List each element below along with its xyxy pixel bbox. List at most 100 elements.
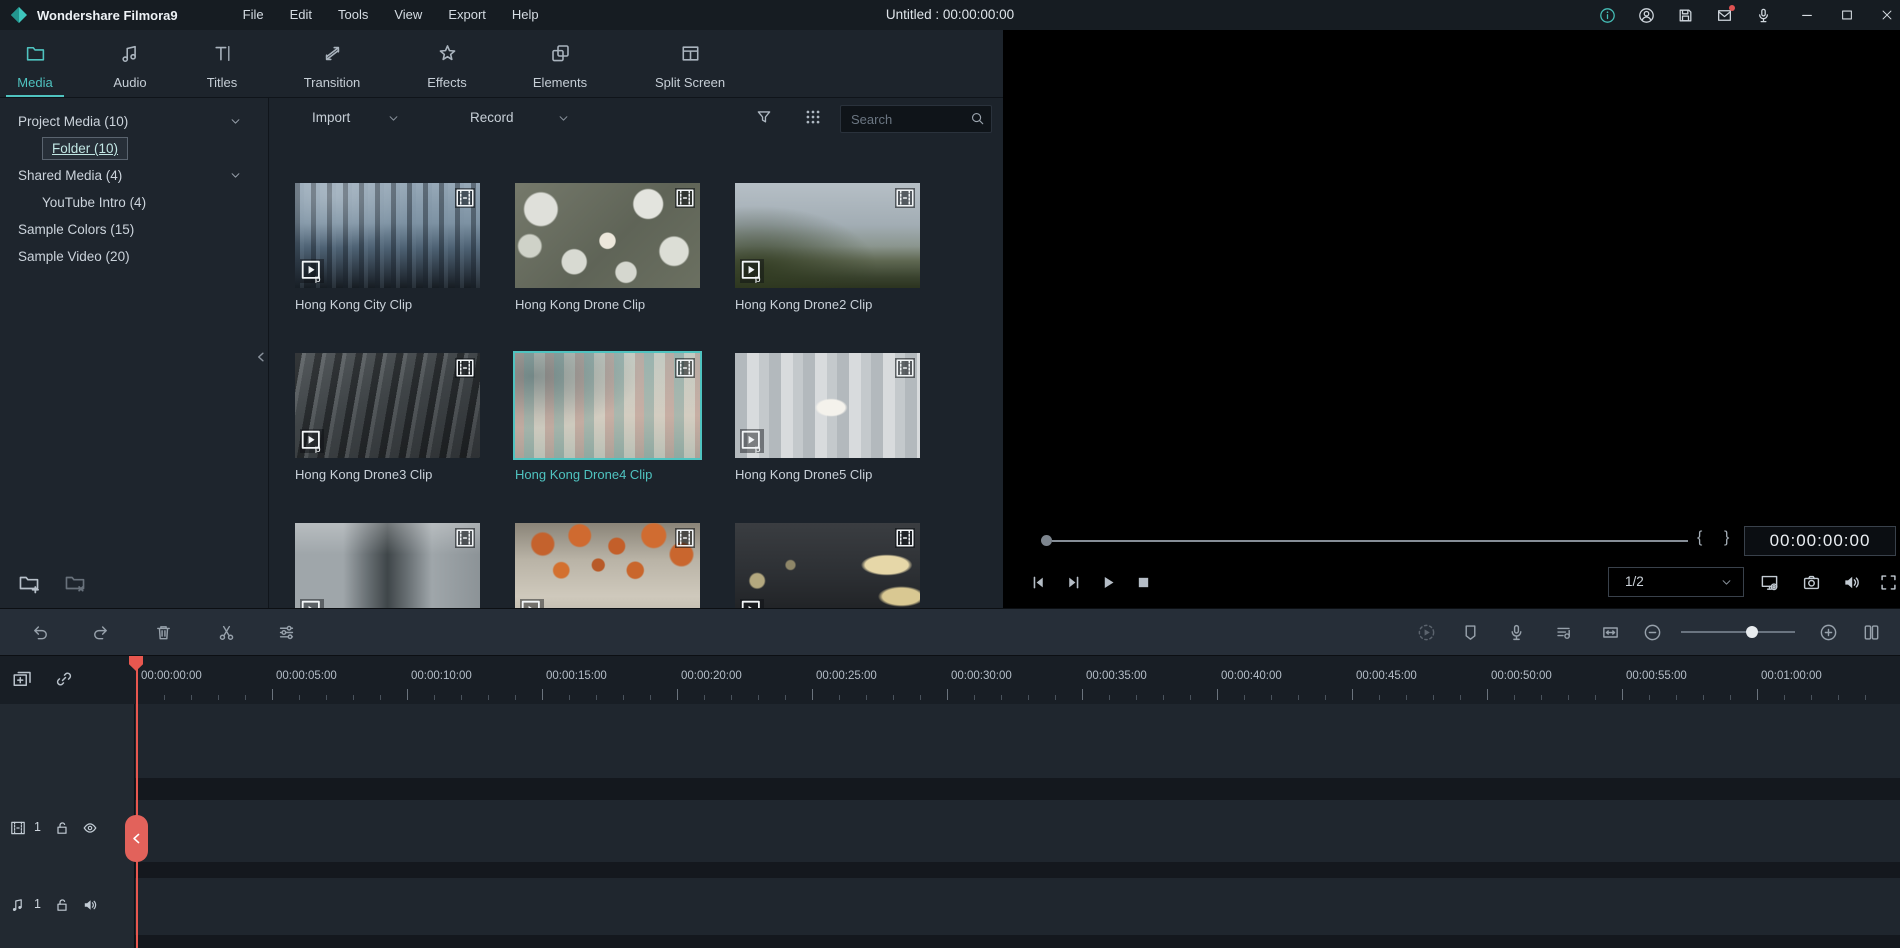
delete-icon[interactable]	[154, 623, 173, 642]
track-manager-icon[interactable]	[1862, 623, 1881, 642]
adjust-icon[interactable]	[277, 623, 296, 642]
record-button[interactable]: Record	[470, 105, 514, 131]
snapshot-icon[interactable]	[1802, 573, 1821, 592]
zoom-slider-knob[interactable]	[1746, 626, 1758, 638]
media-thumbnail[interactable]: p	[295, 183, 480, 288]
fit-timeline-icon[interactable]	[1601, 623, 1620, 642]
render-preview-icon[interactable]	[1417, 623, 1436, 642]
redo-icon[interactable]	[91, 623, 110, 642]
import-button[interactable]: Import	[312, 105, 350, 131]
menu-tools[interactable]: Tools	[325, 0, 381, 30]
import-chevron-icon[interactable]	[387, 112, 400, 125]
play-icon[interactable]	[1100, 574, 1117, 591]
info-icon[interactable]	[1599, 7, 1616, 24]
media-item[interactable]: Hong Kong Drone Clip	[515, 183, 700, 312]
ruler-minor-tick	[1109, 695, 1110, 700]
tab-effects[interactable]: Effects	[399, 30, 495, 97]
account-icon[interactable]	[1638, 7, 1655, 24]
search-input[interactable]	[849, 107, 965, 131]
maximize-icon[interactable]	[1840, 8, 1854, 22]
marker-icon[interactable]	[1461, 623, 1480, 642]
fullscreen-icon[interactable]	[1879, 573, 1898, 592]
timeline-ruler[interactable]: 00:00:00:0000:00:05:0000:00:10:0000:00:1…	[0, 656, 1900, 704]
media-thumbnail[interactable]: p	[515, 523, 700, 608]
save-icon[interactable]	[1677, 7, 1694, 24]
tab-split-screen[interactable]: Split Screen	[642, 30, 738, 97]
next-frame-icon[interactable]	[1065, 574, 1082, 591]
timeline-zoom-slider[interactable]	[1681, 631, 1795, 633]
chevron-down-icon[interactable]	[229, 115, 242, 128]
media-thumbnail[interactable]: p	[735, 353, 920, 458]
media-thumbnail[interactable]	[515, 353, 700, 458]
menu-file[interactable]: File	[230, 0, 277, 30]
volume-icon[interactable]	[1842, 573, 1861, 592]
media-item[interactable]: pHong Kong City Clip	[295, 183, 480, 312]
chevron-down-icon[interactable]	[229, 169, 242, 182]
sidebar-item-youtube-intro-4[interactable]: YouTube Intro (4)	[0, 189, 268, 216]
link-icon[interactable]	[54, 669, 74, 689]
mark-in-button[interactable]: {	[1697, 529, 1702, 547]
media-thumbnail[interactable]: p	[735, 183, 920, 288]
tab-transition[interactable]: Transition	[284, 30, 380, 97]
clip-trim-handle[interactable]	[125, 815, 148, 862]
sidebar-item-sample-colors-15[interactable]: Sample Colors (15)	[0, 216, 268, 243]
media-item[interactable]: pHong Kong Drone5 Clip	[735, 353, 920, 482]
delete-folder-icon[interactable]	[64, 572, 86, 594]
cut-icon[interactable]	[217, 623, 236, 642]
voiceover-icon[interactable]	[1507, 623, 1526, 642]
timeline-upper-lane[interactable]	[0, 704, 1900, 778]
mark-out-button[interactable]: }	[1724, 529, 1729, 547]
undo-icon[interactable]	[31, 623, 50, 642]
sidebar-collapse-handle[interactable]	[255, 348, 267, 366]
tab-elements[interactable]: Elements	[512, 30, 608, 97]
menu-export[interactable]: Export	[435, 0, 499, 30]
record-chevron-icon[interactable]	[557, 112, 570, 125]
menu-edit[interactable]: Edit	[277, 0, 325, 30]
media-item[interactable]: p	[735, 523, 920, 608]
menu-view[interactable]: View	[381, 0, 435, 30]
zoom-in-icon[interactable]	[1819, 623, 1838, 642]
grid-view-icon[interactable]	[804, 108, 822, 126]
media-thumbnail[interactable]: p	[735, 523, 920, 608]
audio-track-lane[interactable]	[0, 878, 1900, 935]
speaker-icon[interactable]	[82, 897, 98, 913]
media-item[interactable]: pHong Kong Drone3 Clip	[295, 353, 480, 482]
media-thumbnail[interactable]: p	[295, 353, 480, 458]
mixer-icon[interactable]	[1554, 623, 1573, 642]
close-icon[interactable]	[1880, 8, 1894, 22]
media-item[interactable]: Hong Kong Drone4 Clip	[515, 353, 700, 482]
media-thumbnail[interactable]: p	[295, 523, 480, 608]
sidebar-item-folder-10[interactable]: Folder (10)	[0, 135, 268, 162]
voiceover-icon[interactable]	[1755, 7, 1772, 24]
tab-titles[interactable]: Titles	[174, 30, 270, 97]
media-item[interactable]: p	[515, 523, 700, 608]
video-track-lane[interactable]	[0, 800, 1900, 862]
media-item[interactable]: pHong Kong Drone2 Clip	[735, 183, 920, 312]
prev-frame-icon[interactable]	[1030, 574, 1047, 591]
lock-open-icon[interactable]	[54, 897, 70, 913]
sidebar-item-shared-media-4[interactable]: Shared Media (4)	[0, 162, 268, 189]
messages-icon[interactable]	[1716, 7, 1733, 24]
eye-icon[interactable]	[82, 820, 98, 836]
lock-open-icon[interactable]	[54, 820, 70, 836]
minimize-icon[interactable]	[1800, 8, 1814, 22]
zoom-out-icon[interactable]	[1643, 623, 1662, 642]
tab-media[interactable]: Media	[0, 30, 83, 97]
add-folder-icon[interactable]	[18, 572, 40, 594]
filter-icon[interactable]	[755, 108, 773, 126]
scrubber-handle[interactable]	[1041, 535, 1052, 546]
playback-quality-dropdown[interactable]: 1/2	[1608, 567, 1744, 597]
stop-icon[interactable]	[1135, 574, 1152, 591]
ruler-timestamp: 00:00:20:00	[681, 670, 742, 682]
sidebar-item-sample-video-20[interactable]: Sample Video (20)	[0, 243, 268, 270]
scrubber-track[interactable]	[1052, 540, 1688, 542]
add-media-track-icon[interactable]	[12, 669, 32, 689]
media-item[interactable]: p	[295, 523, 480, 608]
sidebar-item-project-media-10[interactable]: Project Media (10)	[0, 108, 268, 135]
display-settings-icon[interactable]	[1760, 573, 1779, 592]
media-thumbnail[interactable]	[515, 183, 700, 288]
tab-audio[interactable]: Audio	[82, 30, 178, 97]
search-icon[interactable]	[970, 111, 985, 126]
menu-help[interactable]: Help	[499, 0, 552, 30]
titlebar-status-icons	[1599, 0, 1772, 30]
